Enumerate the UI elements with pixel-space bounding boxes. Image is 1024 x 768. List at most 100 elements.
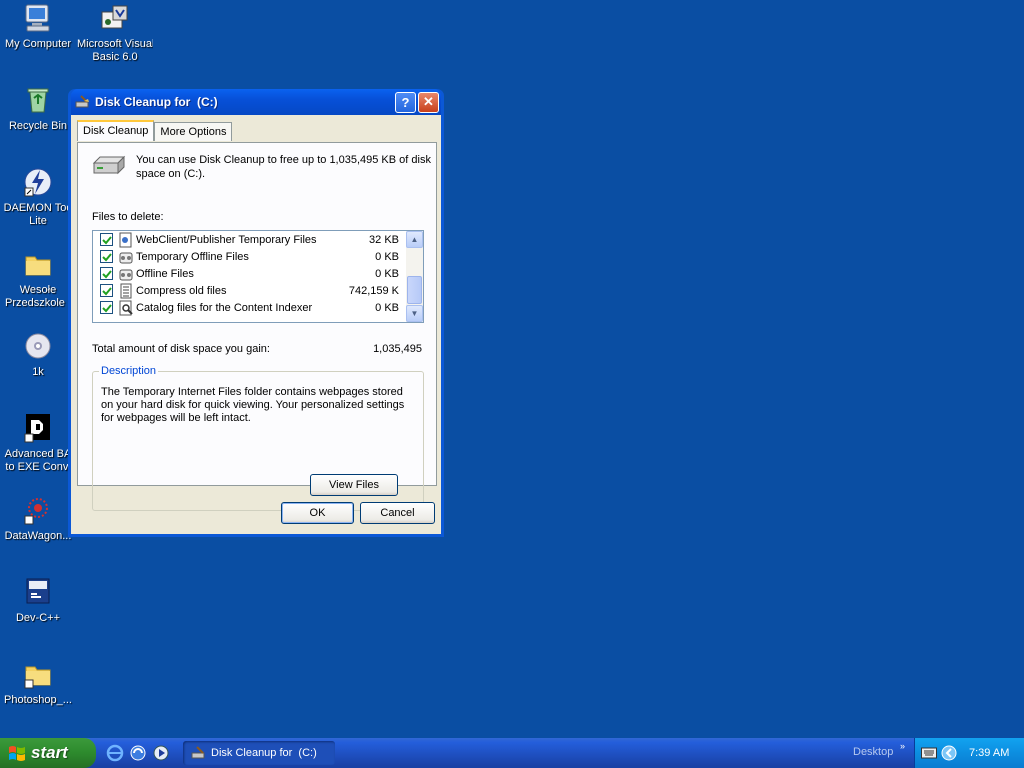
cancel-button[interactable]: Cancel [360,502,435,524]
tab-more-options[interactable]: More Options [154,122,233,141]
ok-button[interactable]: OK [281,502,354,524]
scrollbar-thumb[interactable] [407,276,422,304]
desktop-icon-label: Wesołe [19,284,57,296]
start-button[interactable]: start [0,738,96,768]
file-row[interactable]: Compress old files 742,159 K [93,282,423,299]
media-player-icon[interactable] [152,744,170,762]
keyboard-icon[interactable] [921,747,937,759]
desktop-icon-label: Advanced BA [4,448,72,460]
intro-text: You can use Disk Cleanup to free up to 1… [136,154,431,180]
dialog-client-area: Disk Cleanup More Options You can use Di… [71,115,441,534]
desktop-icon-label-line2: Lite [29,215,47,227]
desktop-icon-label: Dev-C++ [15,612,61,624]
clock[interactable]: 7:39 AM [969,747,1009,759]
total-space-row: Total amount of disk space you gain: 1,0… [92,343,422,355]
datawagon-icon [24,498,48,525]
cd-disc-icon [25,333,51,359]
view-files-button[interactable]: View Files [310,474,398,496]
file-checkbox[interactable] [100,250,113,263]
desktop-icon-label: Photoshop_... [4,694,72,706]
desktop-icon-visual-basic[interactable]: Microsoft Visual Basic 6.0 [77,2,153,64]
desktop-icon-photoshop[interactable]: Photoshop_... [0,658,76,707]
chevron-up-icon: ▲ [410,235,419,244]
help-button[interactable]: ? [395,91,416,113]
folder-icon [24,666,51,689]
desktop-icon-advanced-bat[interactable]: Advanced BA to EXE Conv. [0,412,76,474]
desktop-icon-daemon-tools[interactable]: DAEMON Too Lite [0,166,76,228]
dev-cpp-icon [26,578,50,604]
file-row[interactable]: Offline Files 0 KB [93,265,423,282]
compress-icon [120,283,132,298]
tab-disk-cleanup[interactable]: Disk Cleanup [77,120,155,141]
taskbar-button-disk-cleanup[interactable]: Disk Cleanup for (C:) [183,741,335,765]
desktop-icon-label: 1k [32,366,44,378]
file-name: WebClient/Publisher Temporary Files [136,233,317,246]
desktop-icon-1k[interactable]: 1k [0,330,76,379]
file-row[interactable]: Temporary Offline Files 0 KB [93,248,423,265]
file-row[interactable]: WebClient/Publisher Temporary Files 32 K… [93,231,423,248]
file-name: Catalog files for the Content Indexer [136,301,313,314]
title-bar[interactable]: Disk Cleanup for (C:) ? ✕ [71,89,441,115]
desktop-icon-datawagon[interactable]: DataWagon... [0,494,76,543]
toolbar-expand-icon[interactable]: » [900,741,905,751]
close-button[interactable]: ✕ [418,91,439,113]
desktop-icon-wesole-przedszkole[interactable]: Wesołe Przedszkole . [0,248,76,310]
hard-drive-icon [92,155,126,175]
description-legend: Description [99,365,159,377]
offline-files-icon [119,269,133,280]
file-checkbox[interactable] [100,284,113,297]
file-checkbox[interactable] [100,233,113,246]
internet-explorer-icon[interactable] [106,744,124,762]
desktop-icon-label-line2: to EXE Conv. [5,461,71,473]
total-space-value: 1,035,495 [373,343,422,355]
disk-cleanup-panel: You can use Disk Cleanup to free up to 1… [77,142,437,511]
folder-icon [25,256,51,276]
desktop-icon-label: DataWagon... [4,530,72,542]
checkmark-icon [101,303,112,312]
desktop-icon-label-line2: Basic 6.0 [92,51,138,63]
file-name: Compress old files [136,284,227,297]
file-checkbox[interactable] [100,301,113,314]
description-text: The Temporary Internet Files folder cont… [101,386,405,424]
desktop-icon-my-computer[interactable]: My Computer [0,2,76,51]
files-to-delete-list[interactable]: WebClient/Publisher Temporary Files 32 K… [92,230,424,323]
daemon-tools-icon [24,168,52,197]
desktop-icon-dev-cpp[interactable]: Dev-C++ [0,576,76,625]
file-name: Temporary Offline Files [136,250,249,263]
catalog-icon [119,300,133,315]
show-hidden-icons-icon[interactable] [941,745,957,761]
desktop-icon-label: Recycle Bin [8,120,68,132]
scroll-up-button[interactable]: ▲ [406,231,423,248]
outlook-express-icon[interactable] [129,744,147,762]
file-size: 0 KB [375,250,399,263]
file-size: 0 KB [375,301,399,314]
my-computer-icon [25,4,50,32]
desktop-icon-label: DAEMON Too [3,202,73,214]
file-list-scrollbar[interactable]: ▲ ▼ [406,231,423,322]
desktop-toolbar-label[interactable]: Desktop [853,746,893,758]
disk-cleanup-icon [191,746,205,759]
taskbar-button-label: Disk Cleanup for (C:) [211,747,317,759]
close-icon: ✕ [423,94,434,109]
quick-launch [106,744,175,762]
checkmark-icon [101,235,112,244]
bat-to-exe-icon [24,414,50,443]
desktop-icon-recycle-bin[interactable]: Recycle Bin [0,84,76,133]
desktop-icon-label: Microsoft Visual [77,38,153,50]
windows-flag-icon [9,746,25,761]
checkmark-icon [101,269,112,278]
scroll-down-button[interactable]: ▼ [406,305,423,322]
files-to-delete-label: Files to delete: [92,211,164,223]
start-label: start [31,743,68,762]
disk-cleanup-window: Disk Cleanup for (C:) ? ✕ Disk Cleanup M… [68,89,444,537]
file-row[interactable]: Catalog files for the Content Indexer 0 … [93,299,423,316]
disk-cleanup-icon [75,95,89,108]
file-size: 0 KB [375,267,399,280]
visual-basic-icon [101,5,128,29]
desktop-icon-label-line2: Przedszkole . [4,297,72,309]
chevron-down-icon: ▼ [410,309,419,318]
desktop-icon-label: My Computer [4,38,72,50]
file-checkbox[interactable] [100,267,113,280]
total-space-label: Total amount of disk space you gain: [92,343,270,355]
file-size: 32 KB [369,233,399,246]
